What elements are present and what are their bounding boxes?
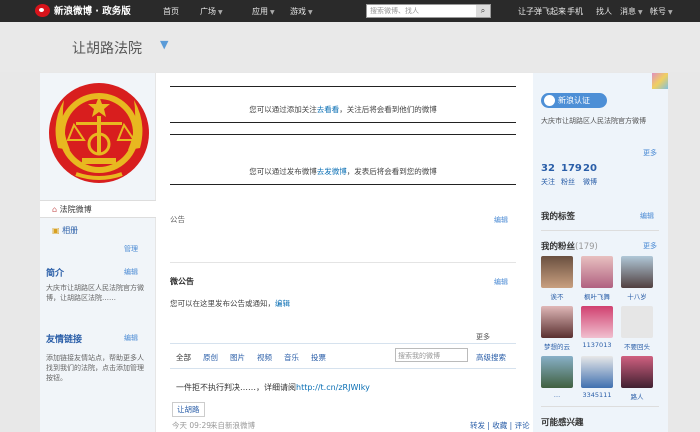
chevron-down-icon: ▼ [218, 9, 223, 16]
fan-name[interactable]: 诶不 [537, 291, 577, 301]
divider [170, 184, 516, 185]
tab-vote[interactable]: 投票 [311, 352, 326, 363]
avatar[interactable] [541, 356, 573, 388]
nav-square[interactable]: 广场 ▼ [200, 6, 223, 17]
divider [170, 262, 516, 263]
divider [541, 230, 659, 231]
intro-text: 大庆市让胡路区人民法院官方微博，让胡路区法院…… [46, 284, 144, 302]
divider [170, 134, 516, 135]
tab-music[interactable]: 音乐 [284, 352, 299, 363]
post-url-link[interactable]: http://t.cn/zRJWIky [296, 383, 370, 392]
fan-name[interactable]: 1137013 [577, 341, 617, 349]
nav-account[interactable]: 帐号 ▼ [650, 6, 673, 17]
divider [170, 343, 516, 344]
tags-title: 我的标签 [541, 212, 576, 222]
manage-link[interactable]: 管理 [124, 244, 138, 254]
bulletin-text: 您可以在这里发布公告或通知，编辑 [170, 299, 290, 308]
links-title: 友情链接 [46, 335, 83, 345]
more-link[interactable]: 更多 [476, 332, 490, 342]
fan-name[interactable]: 枫叶飞舞 [577, 291, 617, 301]
notice-edit-link[interactable]: 编辑 [494, 215, 508, 225]
posts-count[interactable]: 20 [583, 163, 597, 174]
fan-name[interactable]: 3345111 [577, 391, 617, 399]
tags-edit-link[interactable]: 编辑 [640, 211, 654, 221]
post-text: 一件拒不执行判决……，详细请阅http://t.cn/zRJWIky [176, 383, 370, 392]
bulletin-label: 微公告 [170, 277, 194, 286]
divider [541, 406, 659, 407]
nav-user[interactable]: 让子弹飞起来 [518, 6, 566, 17]
fan-name[interactable]: … [537, 391, 577, 399]
tab-images[interactable]: 图片 [230, 352, 245, 363]
fans-count[interactable]: 179 [561, 163, 582, 174]
follow-link[interactable]: 去看看 [317, 105, 340, 114]
sidebar-item-court-weibo[interactable]: ⌂ 法院微博 [40, 200, 156, 218]
tab-all[interactable]: 全部 [176, 352, 191, 363]
tab-video[interactable]: 视频 [257, 352, 272, 363]
divider [170, 86, 516, 87]
divider [170, 122, 516, 123]
post-notice: 您可以通过发布微博去发微博，发表后将会看到您的微博 [249, 167, 437, 176]
post-actions[interactable]: 转发 | 收藏 | 评论 [470, 420, 530, 431]
home-icon: ⌂ [52, 205, 60, 214]
avatar[interactable] [621, 306, 653, 338]
search-icon[interactable]: ⌕ [476, 5, 490, 17]
sidebar-item-album[interactable]: ▣ 相册 [40, 222, 156, 240]
avatar[interactable] [621, 256, 653, 288]
more-link[interactable]: 更多 [643, 148, 657, 158]
top-bar: 新浪微博 · 政务版 首页 广场 ▼ 应用 ▼ 游戏 ▼ 搜索微博、找人 ⌕ 让子弹飞起… [0, 0, 700, 22]
bulletin-edit-link[interactable]: 编辑 [494, 277, 508, 287]
post-link[interactable]: 去发微博 [317, 167, 347, 176]
verify-desc: 大庆市让胡路区人民法院官方微博 [541, 117, 646, 125]
fan-name[interactable]: 不要回头 [617, 341, 657, 351]
post-search-input[interactable]: 搜索我的微博 [395, 348, 468, 362]
image-icon: ▣ [52, 226, 63, 235]
notice-label: 公告 [170, 215, 185, 224]
fans-title: 我的粉丝(179) [541, 242, 598, 252]
corner-decoration [652, 73, 668, 89]
nav-games[interactable]: 游戏 ▼ [290, 6, 313, 17]
related-title: 可能感兴趣 [541, 418, 584, 428]
chevron-down-icon: ▼ [308, 9, 313, 16]
fan-name[interactable]: 梦想的云 [537, 341, 577, 351]
verified-badge[interactable]: 新浪认证 [541, 93, 607, 108]
chevron-down-icon: ▼ [270, 9, 275, 16]
post-source: 来自新浪微博 [210, 421, 255, 430]
nav-find[interactable]: 找人 [596, 6, 612, 17]
nav-messages[interactable]: 消息 ▼ [620, 6, 643, 17]
avatar[interactable] [581, 306, 613, 338]
chevron-down-icon: ▼ [668, 9, 673, 16]
page-title: 让胡路法院 [72, 41, 142, 57]
nav-home[interactable]: 首页 [163, 6, 179, 17]
avatar[interactable] [621, 356, 653, 388]
links-text: 添加链接友情站点，帮助更多人找到我们的法院，点击添加管理按钮。 [46, 354, 144, 382]
advanced-search-link[interactable]: 高级搜索 [476, 352, 506, 363]
nav-apps[interactable]: 应用 ▼ [252, 6, 275, 17]
top-search-input[interactable]: 搜索微博、找人 ⌕ [366, 4, 491, 18]
links-edit-link[interactable]: 编辑 [124, 333, 138, 343]
bulletin-link[interactable]: 编辑 [275, 299, 290, 308]
chevron-down-icon[interactable]: ▼ [160, 38, 168, 51]
intro-title: 简介 [46, 269, 65, 279]
avatar[interactable] [581, 256, 613, 288]
avatar[interactable] [581, 356, 613, 388]
weibo-eye-icon [35, 3, 50, 17]
divider [170, 368, 516, 369]
nav-mobile[interactable]: 手机 [567, 6, 583, 17]
post-time: 今天 09:29 [172, 421, 211, 430]
avatar[interactable] [541, 256, 573, 288]
tab-original[interactable]: 原创 [203, 352, 218, 363]
court-emblem-icon [49, 83, 149, 183]
fan-name[interactable]: 十八岁 [617, 291, 657, 301]
follow-notice: 您可以通过添加关注去看看，关注后将会看到他们的微博 [249, 105, 437, 114]
weibo-logo[interactable]: 新浪微博 · 政务版 [35, 3, 131, 17]
intro-edit-link[interactable]: 编辑 [124, 267, 138, 277]
topic-tag[interactable]: 让胡路 [172, 402, 205, 417]
following-count[interactable]: 32 [541, 163, 555, 174]
fans-more-link[interactable]: 更多 [643, 241, 657, 251]
fan-name[interactable]: 路人 [617, 391, 657, 401]
chevron-down-icon: ▼ [638, 9, 643, 16]
avatar[interactable] [541, 306, 573, 338]
